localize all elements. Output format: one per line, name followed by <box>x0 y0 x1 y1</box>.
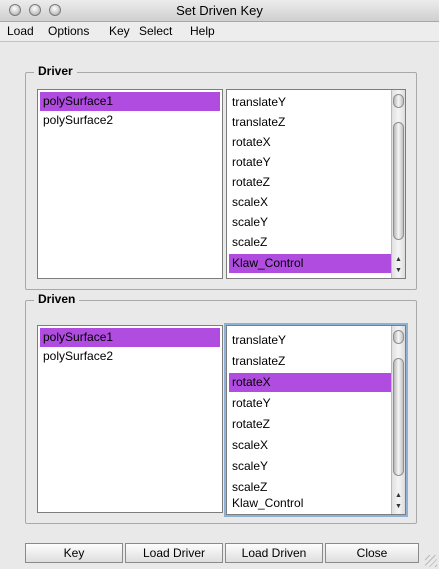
scroll-thumb[interactable] <box>393 122 404 240</box>
driven-attribute-item[interactable]: Klaw_Control <box>229 494 393 513</box>
window-title: Set Driven Key <box>176 3 263 18</box>
menu-select[interactable]: Select <box>139 24 172 38</box>
driver-attribute-list[interactable]: translateY translateZ rotateX rotateY ro… <box>226 89 406 279</box>
driven-attribute-item[interactable]: scaleY <box>229 457 393 476</box>
close-button[interactable]: Close <box>325 543 419 563</box>
driver-attribute-item[interactable]: rotateZ <box>229 173 393 192</box>
load-driver-button[interactable]: Load Driver <box>125 543 223 563</box>
menu-options[interactable]: Options <box>48 24 89 38</box>
driver-attribute-item[interactable]: rotateX <box>229 133 393 152</box>
menu-load[interactable]: Load <box>7 24 34 38</box>
driven-group-label: Driven <box>34 292 80 306</box>
driver-attribute-scrollbar[interactable]: ▲ ▼ <box>391 90 405 278</box>
scroll-thumb[interactable] <box>393 358 404 476</box>
title-bar[interactable]: Set Driven Key <box>0 0 439 22</box>
driver-group-label: Driver <box>34 64 77 78</box>
scroll-up-icon[interactable]: ▲ <box>395 492 402 500</box>
driver-attribute-item[interactable]: translateZ <box>229 113 393 132</box>
set-driven-key-window: Set Driven Key Load Options Key Select H… <box>0 0 439 569</box>
load-driven-button[interactable]: Load Driven <box>225 543 323 563</box>
button-bar: Key Load Driver Load Driven Close <box>25 543 419 563</box>
resize-grip-icon[interactable] <box>425 555 437 567</box>
scroll-down-icon[interactable]: ▼ <box>395 267 402 275</box>
driver-group: Driver polySurface1 polySurface2 transla… <box>25 64 417 290</box>
scroll-up-icon[interactable]: ▲ <box>395 256 402 264</box>
driven-attribute-item[interactable]: translateY <box>229 331 393 350</box>
driven-attribute-list[interactable]: translateY translateZ rotateX rotateY ro… <box>226 325 406 515</box>
driven-attribute-item[interactable]: translateZ <box>229 352 393 371</box>
scroll-down-icon[interactable]: ▼ <box>395 503 402 511</box>
driven-group: Driven polySurface1 polySurface2 transla… <box>25 292 417 524</box>
driver-object-item[interactable]: polySurface2 <box>40 111 220 130</box>
driver-attribute-item[interactable]: rotateY <box>229 153 393 172</box>
driven-object-item[interactable]: polySurface2 <box>40 347 220 366</box>
menu-help[interactable]: Help <box>190 24 215 38</box>
driven-attribute-item[interactable]: scaleX <box>229 436 393 455</box>
scrollbar-cap <box>393 330 404 344</box>
driver-object-list[interactable]: polySurface1 polySurface2 <box>37 89 223 279</box>
driven-object-list[interactable]: polySurface1 polySurface2 <box>37 325 223 513</box>
menu-bar: Load Options Key Select Help <box>0 22 439 42</box>
key-button[interactable]: Key <box>25 543 123 563</box>
menu-key[interactable]: Key <box>109 24 130 38</box>
driver-object-item[interactable]: polySurface1 <box>40 92 220 111</box>
scrollbar-cap <box>393 94 404 108</box>
driven-object-item[interactable]: polySurface1 <box>40 328 220 347</box>
driven-attribute-item[interactable]: rotateY <box>229 394 393 413</box>
driver-attribute-item[interactable]: scaleY <box>229 213 393 232</box>
driven-attribute-item[interactable]: rotateX <box>229 373 393 392</box>
driven-attribute-item[interactable]: rotateZ <box>229 415 393 434</box>
driven-attribute-scrollbar[interactable]: ▲ ▼ <box>391 326 405 514</box>
driver-attribute-item[interactable]: scaleZ <box>229 233 393 252</box>
driver-attribute-item[interactable]: Klaw_Control <box>229 254 393 273</box>
driver-attribute-item[interactable]: scaleX <box>229 193 393 212</box>
driver-attribute-item[interactable]: translateY <box>229 93 393 112</box>
